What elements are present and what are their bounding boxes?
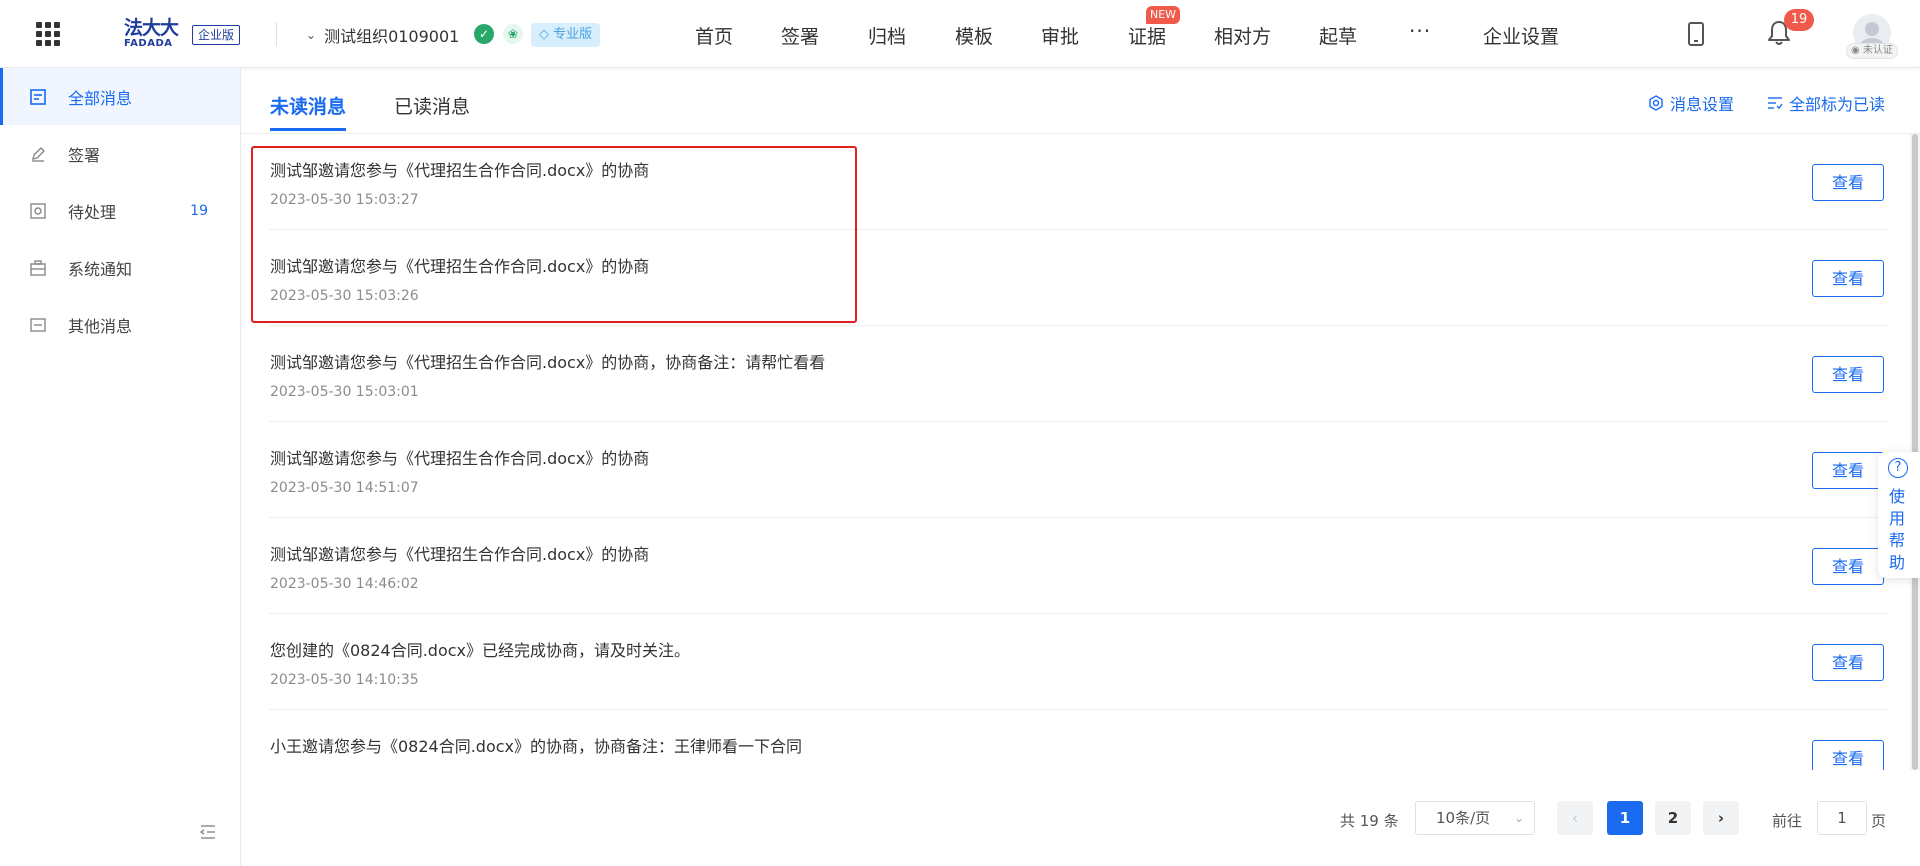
total-count: 共 19 条 — [1340, 812, 1399, 830]
view-button[interactable]: 查看 — [1812, 548, 1884, 585]
help-float-button[interactable]: ? 使用帮助 — [1878, 452, 1920, 578]
nav-evidence[interactable]: 证据 — [1128, 22, 1166, 49]
message-text: 测试邹邀请您参与《代理招生合作合同.docx》的协商 — [270, 545, 650, 564]
chevron-down-icon: ⌄ — [306, 28, 317, 42]
verified-shield-icon: ✓ — [474, 24, 494, 44]
nav-archive[interactable]: 归档 — [868, 22, 906, 49]
briefcase-icon — [30, 259, 46, 276]
sidebar-item-other[interactable]: 其他消息 — [0, 296, 240, 353]
pending-icon — [30, 202, 46, 219]
nav-draft[interactable]: 起草 — [1319, 22, 1357, 49]
view-button[interactable]: 查看 — [1812, 644, 1884, 681]
goto-page-input[interactable] — [1817, 801, 1867, 835]
tab-active-indicator — [270, 128, 346, 131]
message-text: 测试邹邀请您参与《代理招生合作合同.docx》的协商 — [270, 449, 650, 468]
tab-unread[interactable]: 未读消息 — [270, 92, 346, 119]
list-item: 小王邀请您参与《0824合同.docx》的协商，协商备注：王律师看一下合同 查看 — [269, 710, 1889, 770]
edition-badge: 企业版 — [192, 25, 241, 45]
auth-status-badge: ◉ 未认证 — [1846, 43, 1898, 59]
page-1-button[interactable]: 1 — [1607, 801, 1643, 835]
sidebar-item-system-notice[interactable]: 系统通知 — [0, 239, 240, 296]
list-item: 测试邹邀请您参与《代理招生合作合同.docx》的协商 2023-05-30 15… — [269, 230, 1889, 326]
list-item: 测试邹邀请您参与《代理招生合作合同.docx》的协商 2023-05-30 14… — [269, 518, 1889, 614]
nav-more-icon[interactable]: ··· — [1409, 19, 1431, 43]
message-settings-link[interactable]: 消息设置 — [1648, 91, 1734, 115]
shield-icon: ◉ — [1851, 45, 1860, 56]
other-icon — [30, 317, 46, 333]
message-text: 测试邹邀请您参与《代理招生合作合同.docx》的协商 — [270, 161, 650, 180]
view-button[interactable]: 查看 — [1812, 740, 1884, 770]
view-button[interactable]: 查看 — [1812, 164, 1884, 201]
message-time: 2023-05-30 15:03:26 — [270, 288, 419, 304]
goto-label: 前往 — [1772, 812, 1803, 830]
message-icon — [30, 88, 46, 105]
collapse-sidebar-icon[interactable] — [199, 824, 216, 839]
chevron-down-icon: ⌄ — [1513, 811, 1524, 825]
message-time: 2023-05-30 14:51:07 — [270, 480, 419, 496]
nav-approval[interactable]: 审批 — [1041, 22, 1079, 49]
settings-icon — [1649, 95, 1663, 111]
list-item: 测试邹邀请您参与《代理招生合作合同.docx》的协商 2023-05-30 15… — [269, 134, 1889, 230]
new-badge: NEW — [1146, 6, 1181, 24]
app-grid-icon[interactable] — [36, 22, 60, 46]
help-icon: ? — [1888, 458, 1908, 478]
sidebar-item-sign[interactable]: 签署 — [0, 125, 240, 182]
pen-icon — [30, 146, 46, 162]
org-name: 测试组织0109001 — [324, 27, 460, 46]
message-time: 2023-05-30 14:10:35 — [270, 672, 419, 688]
message-text: 您创建的《0824合同.docx》已经完成协商，请及时关注。 — [270, 641, 691, 660]
view-button[interactable]: 查看 — [1812, 356, 1884, 393]
header-divider — [276, 22, 277, 46]
nav-enterprise-settings[interactable]: 企业设置 — [1483, 22, 1559, 49]
view-button[interactable]: 查看 — [1812, 260, 1884, 297]
diamond-icon: ◇ — [539, 27, 549, 42]
view-button[interactable]: 查看 — [1812, 452, 1884, 489]
list-check-icon — [1768, 97, 1783, 110]
page-size-select[interactable]: 10条/页 ⌄ — [1415, 801, 1535, 835]
notification-count-badge: 19 — [1784, 9, 1814, 31]
message-text: 测试邹邀请您参与《代理招生合作合同.docx》的协商 — [270, 257, 650, 276]
page-2-button[interactable]: 2 — [1655, 801, 1691, 835]
message-list: 测试邹邀请您参与《代理招生合作合同.docx》的协商 2023-05-30 15… — [241, 134, 1920, 770]
pagination: 共 19 条 10条/页 ⌄ ‹ 1 2 › 前往 页 — [241, 790, 1920, 846]
next-page-button[interactable]: › — [1703, 801, 1739, 835]
goto-suffix: 页 — [1871, 812, 1887, 830]
top-header: 法大大 FADADA 企业版 ⌄ 测试组织0109001 ✓ ❀ ◇ 专业版 首… — [0, 0, 1920, 68]
sidebar: 全部消息 签署 待处理 19 系统通知 其他消息 — [0, 68, 241, 866]
tab-read[interactable]: 已读消息 — [394, 92, 470, 119]
org-switcher[interactable]: ⌄ 测试组织0109001 — [306, 24, 459, 46]
logo[interactable]: 法大大 FADADA — [124, 18, 186, 52]
message-tabs: 未读消息 已读消息 消息设置 全部标为已读 — [241, 68, 1920, 134]
mobile-icon[interactable] — [1688, 22, 1704, 46]
message-time: 2023-05-30 15:03:27 — [270, 192, 419, 208]
message-text: 测试邹邀请您参与《代理招生合作合同.docx》的协商，协商备注：请帮忙看看 — [270, 353, 826, 372]
nav-sign[interactable]: 签署 — [781, 22, 819, 49]
mark-all-read-link[interactable]: 全部标为已读 — [1767, 91, 1885, 115]
nav-home[interactable]: 首页 — [695, 22, 733, 49]
list-item: 测试邹邀请您参与《代理招生合作合同.docx》的协商，协商备注：请帮忙看看 20… — [269, 326, 1889, 422]
plan-badge[interactable]: ◇ 专业版 — [531, 23, 601, 47]
sidebar-item-pending[interactable]: 待处理 19 — [0, 182, 240, 239]
sidebar-item-all-messages[interactable]: 全部消息 — [0, 68, 240, 125]
leaf-icon: ❀ — [503, 24, 523, 44]
prev-page-button[interactable]: ‹ — [1557, 801, 1593, 835]
help-label: 使用帮助 — [1889, 487, 1906, 572]
message-time: 2023-05-30 14:46:02 — [270, 576, 419, 592]
list-item: 测试邹邀请您参与《代理招生合作合同.docx》的协商 2023-05-30 14… — [269, 422, 1889, 518]
nav-template[interactable]: 模板 — [955, 22, 993, 49]
message-time: 2023-05-30 15:03:01 — [270, 384, 419, 400]
nav-counterparty[interactable]: 相对方 — [1214, 22, 1271, 49]
pending-count: 19 — [190, 202, 208, 219]
list-item: 您创建的《0824合同.docx》已经完成协商，请及时关注。 2023-05-3… — [269, 614, 1889, 710]
message-text: 小王邀请您参与《0824合同.docx》的协商，协商备注：王律师看一下合同 — [270, 737, 803, 756]
